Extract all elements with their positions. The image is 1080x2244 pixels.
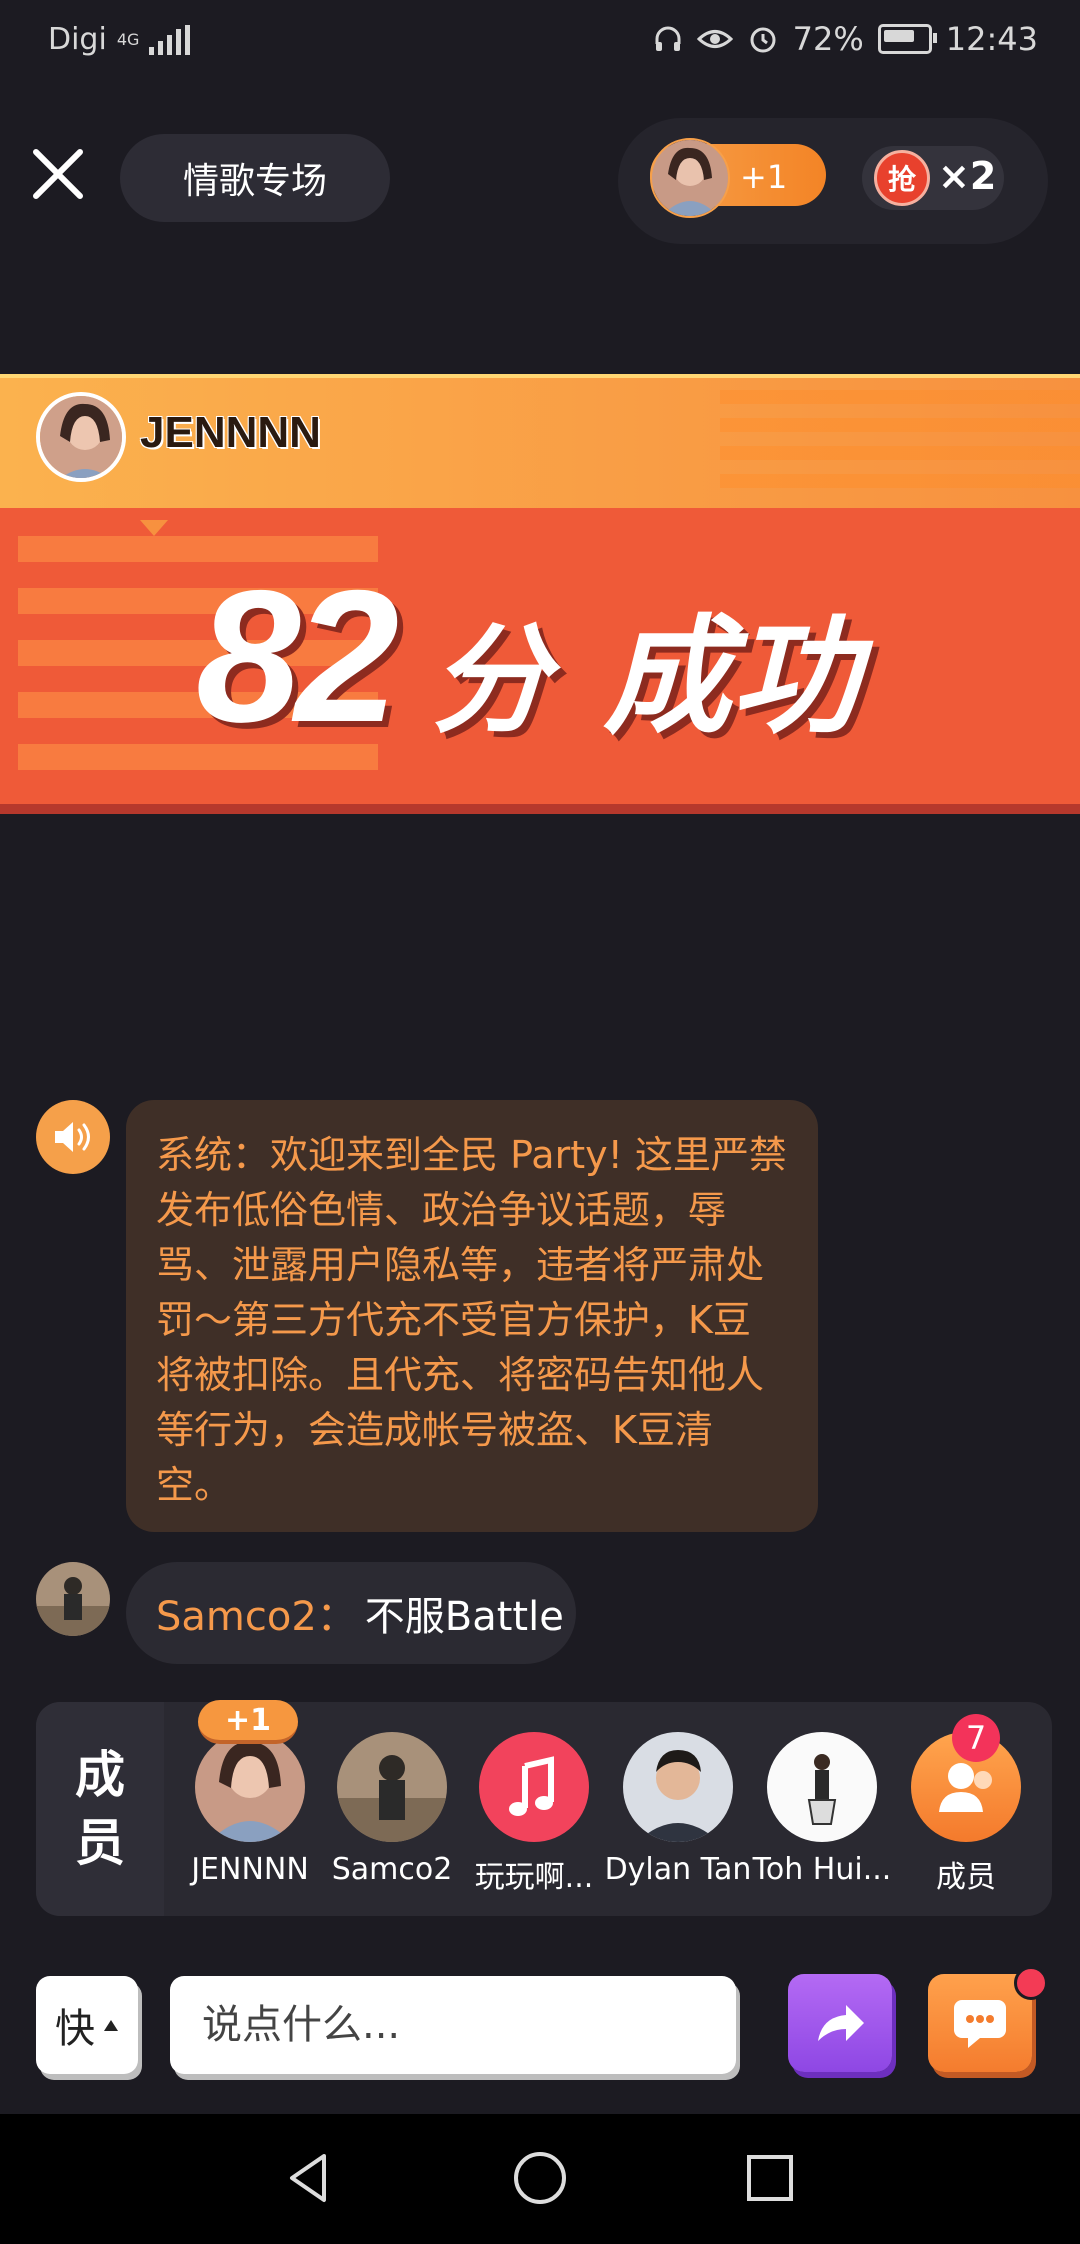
member-name: Toh Hui... [752, 1852, 892, 1887]
eye-icon [696, 30, 733, 48]
members-title-line: 成 [75, 1746, 125, 1804]
grab-badge: 抢 [874, 150, 930, 206]
quick-phrase-label: 快 [55, 2006, 95, 2052]
avatar [337, 1732, 447, 1842]
system-message-text: 系统：欢迎来到全民 Party! 这里严禁发布低俗色情、政治争议话题，辱骂、泄露… [156, 1133, 787, 1507]
room-title: 情歌专场 [182, 161, 327, 202]
member-name: 成员 [936, 1860, 996, 1895]
speaker-icon [36, 1100, 110, 1174]
home-icon[interactable] [510, 2148, 570, 2208]
score-status: 成功 [603, 606, 860, 749]
plus-one-tag: +1 [198, 1700, 298, 1744]
avatar [650, 138, 730, 218]
music-note-icon [509, 1756, 554, 1816]
member-item[interactable]: 玩玩啊... [462, 1732, 606, 1896]
carrier-label: Digi [48, 22, 107, 57]
signal-icon [149, 24, 191, 55]
member-item[interactable]: Toh Hui... [750, 1732, 894, 1887]
recents-icon[interactable] [740, 2148, 800, 2208]
chat-input[interactable] [170, 1976, 736, 2074]
battery-icon [877, 24, 937, 54]
quick-phrase-button[interactable]: 快 [36, 1976, 138, 2074]
close-icon[interactable] [30, 146, 86, 202]
network-label: 4G [116, 30, 140, 49]
member-name: 玩玩啊... [474, 1860, 594, 1895]
member-item[interactable]: Samco2 [320, 1732, 464, 1887]
alarm-icon [750, 27, 776, 53]
avatar [479, 1732, 589, 1842]
banner-decoration [720, 390, 1080, 500]
member-name: Samco2 [331, 1852, 453, 1887]
singer-avatar [36, 392, 126, 482]
avatar[interactable] [36, 1562, 110, 1636]
status-bar: Digi 4G 72% 12:43 [0, 0, 1080, 86]
member-item[interactable]: JENNNN [178, 1732, 322, 1887]
navigation-bar [0, 2114, 1080, 2244]
avatar [195, 1732, 305, 1842]
clock: 12:43 [945, 20, 1038, 58]
score-result: 82 分 成功 [196, 548, 859, 764]
chat-username[interactable]: Samco2： [156, 1584, 357, 1642]
member-count-badge: 7 [952, 1714, 1000, 1762]
score-value: 82 [196, 551, 399, 761]
grab-count: ×2 [938, 154, 997, 198]
chat-icon [954, 2000, 1006, 2048]
status-left: Digi 4G [48, 22, 191, 57]
back-icon[interactable] [280, 2148, 340, 2208]
avatar [767, 1732, 877, 1842]
chat-message-text: 不服Battle [364, 1594, 564, 1640]
members-title-line: 员 [75, 1814, 125, 1872]
share-button[interactable] [788, 1974, 892, 2072]
plus-one-label: +1 [740, 158, 788, 196]
headphones-icon [655, 26, 681, 51]
banner-edge [0, 804, 1080, 814]
members-title: 成 员 [36, 1702, 164, 1916]
score-unit: 分 [431, 615, 550, 747]
member-name: JENNNN [191, 1852, 309, 1887]
avatar [623, 1732, 733, 1842]
member-name: Dylan Tan [604, 1852, 752, 1887]
system-message-bubble: 系统：欢迎来到全民 Party! 这里严禁发布低俗色情、政治争议话题，辱骂、泄露… [126, 1100, 818, 1532]
member-item[interactable]: Dylan Tan [604, 1732, 752, 1887]
chat-message-bubble: Samco2： 不服Battle [126, 1562, 576, 1664]
battery-percent: 72% [792, 20, 864, 58]
room-title-button[interactable]: 情歌专场 [120, 134, 390, 222]
triangle-up-icon [104, 2020, 118, 2031]
share-icon [818, 2005, 864, 2041]
notification-dot [1014, 1966, 1048, 2000]
banner-notch [140, 520, 168, 536]
singer-name: JENNNN [140, 408, 321, 457]
status-right: 72% 12:43 [653, 20, 1038, 58]
